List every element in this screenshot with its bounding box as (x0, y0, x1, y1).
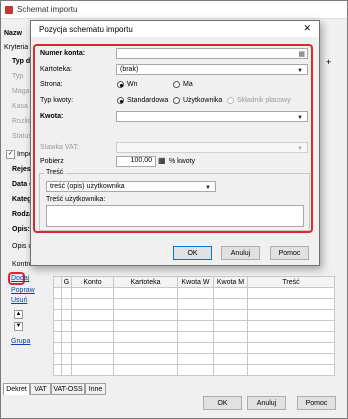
table-row[interactable] (53, 342, 335, 354)
chevron-down-icon: ▼ (297, 146, 303, 152)
strona-ma-radio[interactable] (173, 81, 180, 88)
dialog-help-button[interactable]: Pomoc (270, 246, 309, 260)
dialog-cancel-button[interactable]: Anuluj (221, 246, 260, 260)
typ-standardowa-radio[interactable] (117, 97, 124, 104)
tresc-value: treść (opis) użytkownika (50, 183, 125, 190)
typ-kwoty-label: Typ kwoty: (40, 97, 74, 104)
move-up-icon[interactable]: ▲ (14, 310, 23, 319)
app-icon (5, 5, 13, 14)
typ-standardowa-label: Standardowa (127, 97, 169, 104)
tresc-uzytkownika-label: Treść użytkownika: (46, 196, 106, 203)
chevron-down-icon: ▼ (297, 68, 303, 74)
typ-skladnik-label: Składnik płacowy (237, 97, 291, 104)
chevron-down-icon: ▼ (205, 185, 211, 191)
close-icon[interactable]: ✕ (303, 23, 311, 34)
import-checkbox[interactable]: ✓ (6, 150, 15, 159)
usun-link[interactable]: Usuń (11, 297, 27, 304)
dialog-title: Pozycja schematu importu (39, 24, 133, 34)
kartoteka-label: Kartoteka: (40, 66, 72, 73)
col-g[interactable]: G (61, 276, 72, 288)
kwota-select[interactable]: ▼ (116, 111, 308, 122)
pobierz-label: Pobierz (40, 158, 64, 165)
label-status: Status (12, 133, 32, 140)
move-down-icon[interactable]: ▼ (14, 322, 23, 331)
strona-wn-label: Wn (127, 81, 138, 88)
calculator-icon[interactable]: ▦ (298, 50, 305, 58)
outer-titlebar: Schemat importu (1, 1, 347, 19)
label-kryteria: Kryteria (4, 44, 29, 51)
label-kasa: Kasa (12, 103, 28, 110)
kwota-label: Kwota: (40, 113, 64, 120)
table-row[interactable] (53, 331, 335, 343)
strona-wn-radio[interactable] (117, 81, 124, 88)
grupa-link[interactable]: Grupa (11, 338, 30, 345)
help-button[interactable]: Pomoc (297, 396, 336, 410)
tresc-select[interactable]: treść (opis) użytkownika ▼ (46, 181, 216, 192)
table-row[interactable] (53, 353, 335, 365)
pobierz-value: 100,00 (130, 157, 152, 164)
popraw-link[interactable]: Popraw (11, 287, 35, 294)
tresc-group-label: Treść (44, 169, 66, 176)
kartoteka-select[interactable]: (brak) ▼ (116, 64, 308, 75)
tab-vat[interactable]: VAT (30, 383, 51, 395)
calculator-icon[interactable]: ▦ (158, 156, 166, 165)
numer-konta-input[interactable]: ▦ (116, 48, 308, 59)
table-row[interactable] (53, 320, 335, 332)
positions-grid[interactable]: G Konto Kartoteka Kwota W Kwota M Treść (53, 276, 335, 376)
outer-title: Schemat importu (17, 5, 78, 14)
stawka-vat-label: Stawka VAT: (40, 144, 79, 151)
label-maga: Maga (12, 88, 30, 95)
cancel-button[interactable]: Anuluj (247, 396, 286, 410)
pobierz-unit: % kwoty (169, 158, 196, 165)
strona-label: Strona: (40, 81, 63, 88)
add-icon[interactable]: + (326, 57, 331, 67)
numer-konta-label: Numer konta: (40, 50, 86, 57)
col-kwota-w[interactable]: Kwota W (177, 276, 214, 288)
label-typ-d: Typ d (12, 58, 31, 65)
chevron-down-icon: ▼ (297, 115, 303, 121)
label-rozlic: Rozlic (12, 118, 32, 125)
col-kartoteka[interactable]: Kartoteka (113, 276, 178, 288)
dialog-ok-button[interactable]: OK (173, 246, 212, 260)
col-tresc[interactable]: Treść (247, 276, 335, 288)
pobierz-input[interactable]: 100,00 (116, 156, 156, 167)
typ-uzytkownika-label: Użytkownika (183, 97, 223, 104)
tab-inne[interactable]: Inne (85, 383, 106, 395)
table-row[interactable] (53, 309, 335, 321)
col-konto[interactable]: Konto (71, 276, 114, 288)
tab-vat-oss[interactable]: VAT-OSS (51, 383, 85, 395)
label-opis: Opis: (12, 226, 30, 233)
label-kateg: Kateg (12, 196, 32, 203)
ok-button[interactable]: OK (203, 396, 242, 410)
label-typ: Typ (12, 73, 24, 80)
typ-uzytkownika-radio[interactable] (173, 97, 180, 104)
label-nazwa: Nazw (4, 30, 22, 37)
dodaj-link[interactable]: Dodaj (11, 275, 29, 282)
table-row[interactable] (53, 287, 335, 299)
strona-ma-label: Ma (183, 81, 193, 88)
dialog-titlebar: Pozycja schematu importu ✕ (31, 21, 319, 37)
stawka-vat-select: ▼ (116, 142, 308, 153)
table-row[interactable] (53, 364, 335, 376)
typ-skladnik-radio (227, 97, 234, 104)
tresc-uzytkownika-input[interactable] (46, 205, 304, 227)
table-row[interactable] (53, 298, 335, 310)
tab-dekret[interactable]: Dekret (3, 383, 30, 395)
kartoteka-value: (brak) (120, 66, 139, 73)
position-dialog: Pozycja schematu importu ✕ Numer konta: … (30, 20, 320, 266)
col-kwota-m[interactable]: Kwota M (213, 276, 248, 288)
